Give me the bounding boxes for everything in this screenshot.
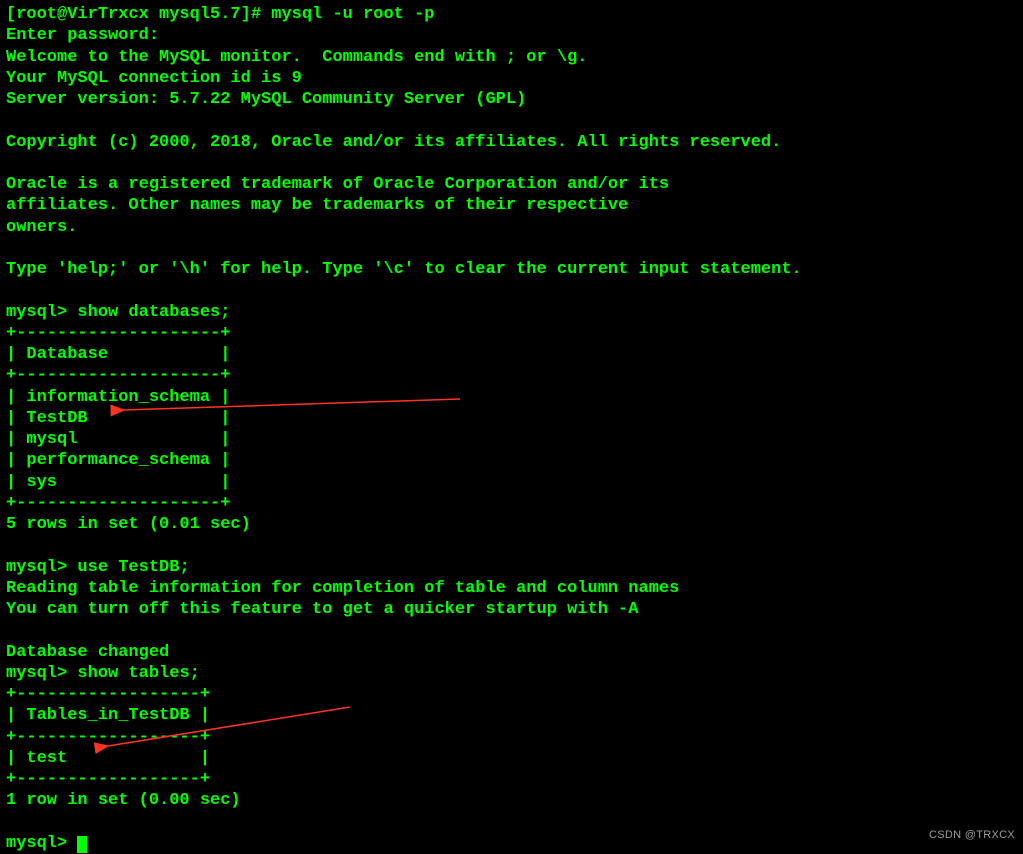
database-row: | performance_schema |	[6, 450, 1017, 471]
copyright-line: Copyright (c) 2000, 2018, Oracle and/or …	[6, 132, 1017, 153]
reading-table-info: Reading table information for completion…	[6, 578, 1017, 599]
database-changed: Database changed	[6, 642, 1017, 663]
database-row: | TestDB |	[6, 408, 1017, 429]
trademark-line-1: Oracle is a registered trademark of Orac…	[6, 174, 1017, 195]
help-line: Type 'help;' or '\h' for help. Type '\c'…	[6, 259, 1017, 280]
shell-prompt: [root@VirTrxcx mysql5.7]#	[6, 5, 271, 24]
tables-border-top: +------------------+	[6, 684, 1017, 705]
mysql-prompt-use-testdb: mysql> use TestDB;	[6, 557, 1017, 578]
terminal-output[interactable]: [root@VirTrxcx mysql5.7]# mysql -u root …	[6, 4, 1017, 854]
database-row: | mysql |	[6, 429, 1017, 450]
databases-header: | Database |	[6, 344, 1017, 365]
mysql-prompt-show-databases: mysql> show databases;	[6, 302, 1017, 323]
tables-border-bot: +------------------+	[6, 769, 1017, 790]
shell-prompt-line: [root@VirTrxcx mysql5.7]# mysql -u root …	[6, 4, 1017, 25]
databases-result: 5 rows in set (0.01 sec)	[6, 514, 1017, 535]
mysql-prompt: mysql>	[6, 558, 77, 577]
shell-command: mysql -u root -p	[271, 5, 434, 24]
tables-header: | Tables_in_TestDB |	[6, 705, 1017, 726]
databases-border-mid: +--------------------+	[6, 365, 1017, 386]
welcome-line-1: Welcome to the MySQL monitor. Commands e…	[6, 47, 1017, 68]
turnoff-feature: You can turn off this feature to get a q…	[6, 599, 1017, 620]
databases-border-bot: +--------------------+	[6, 493, 1017, 514]
databases-border-top: +--------------------+	[6, 323, 1017, 344]
welcome-line-2: Your MySQL connection id is 9	[6, 68, 1017, 89]
mysql-prompt-idle[interactable]: mysql>	[6, 833, 1017, 854]
trademark-line-3: owners.	[6, 217, 1017, 238]
use-testdb-command: use TestDB;	[77, 558, 189, 577]
trademark-line-2: affiliates. Other names may be trademark…	[6, 195, 1017, 216]
watermark: CSDN @TRXCX	[929, 829, 1015, 843]
mysql-prompt: mysql>	[6, 834, 77, 853]
mysql-prompt: mysql>	[6, 303, 77, 322]
mysql-prompt: mysql>	[6, 664, 77, 683]
cursor-icon	[77, 836, 87, 853]
welcome-line-3: Server version: 5.7.22 MySQL Community S…	[6, 89, 1017, 110]
tables-border-mid: +------------------+	[6, 727, 1017, 748]
table-row: | test |	[6, 748, 1017, 769]
show-databases-command: show databases;	[77, 303, 230, 322]
database-row: | information_schema |	[6, 387, 1017, 408]
mysql-prompt-show-tables: mysql> show tables;	[6, 663, 1017, 684]
database-row: | sys |	[6, 472, 1017, 493]
show-tables-command: show tables;	[77, 664, 199, 683]
tables-result: 1 row in set (0.00 sec)	[6, 790, 1017, 811]
enter-password-line: Enter password:	[6, 25, 1017, 46]
